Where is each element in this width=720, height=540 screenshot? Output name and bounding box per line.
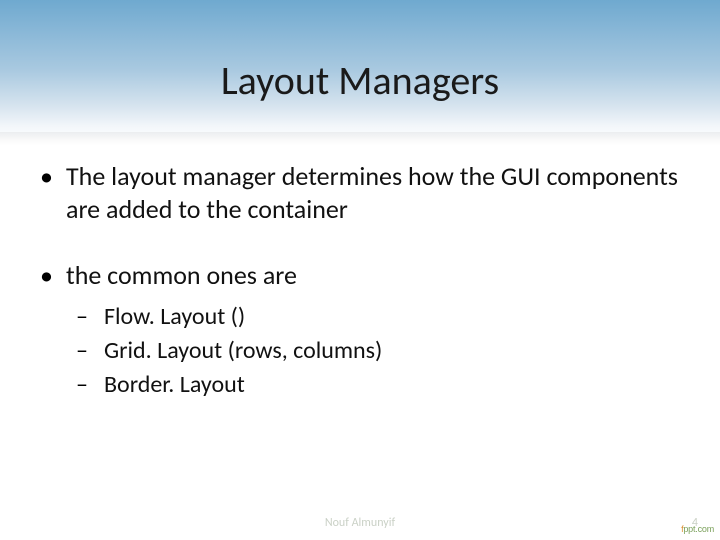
brand-text: ppt.com [683, 524, 714, 534]
brand-watermark: fppt.com [681, 524, 714, 534]
slide-content: The layout manager determines how the GU… [40, 160, 680, 434]
sub-bullet-text: Flow. Layout () [104, 302, 245, 331]
sub-list: Flow. Layout () Grid. Layout (rows, colu… [66, 302, 680, 400]
sub-bullet-text: Grid. Layout (rows, columns) [104, 336, 382, 365]
footer-author: Nouf Almunyif [0, 516, 720, 530]
list-item: The layout manager determines how the GU… [40, 160, 680, 225]
sub-list-item: Border. Layout [76, 370, 680, 400]
list-item: the common ones are Flow. Layout () Grid… [40, 259, 680, 400]
sub-list-item: Flow. Layout () [76, 302, 680, 332]
sub-bullet-text: Border. Layout [104, 370, 245, 399]
bullet-list: The layout manager determines how the GU… [40, 160, 680, 400]
sub-list-item: Grid. Layout (rows, columns) [76, 336, 680, 366]
slide: Layout Managers The layout manager deter… [0, 0, 720, 540]
slide-title: Layout Managers [0, 56, 720, 105]
bullet-text: The layout manager determines how the GU… [66, 160, 678, 225]
bullet-text: the common ones are [66, 259, 297, 291]
